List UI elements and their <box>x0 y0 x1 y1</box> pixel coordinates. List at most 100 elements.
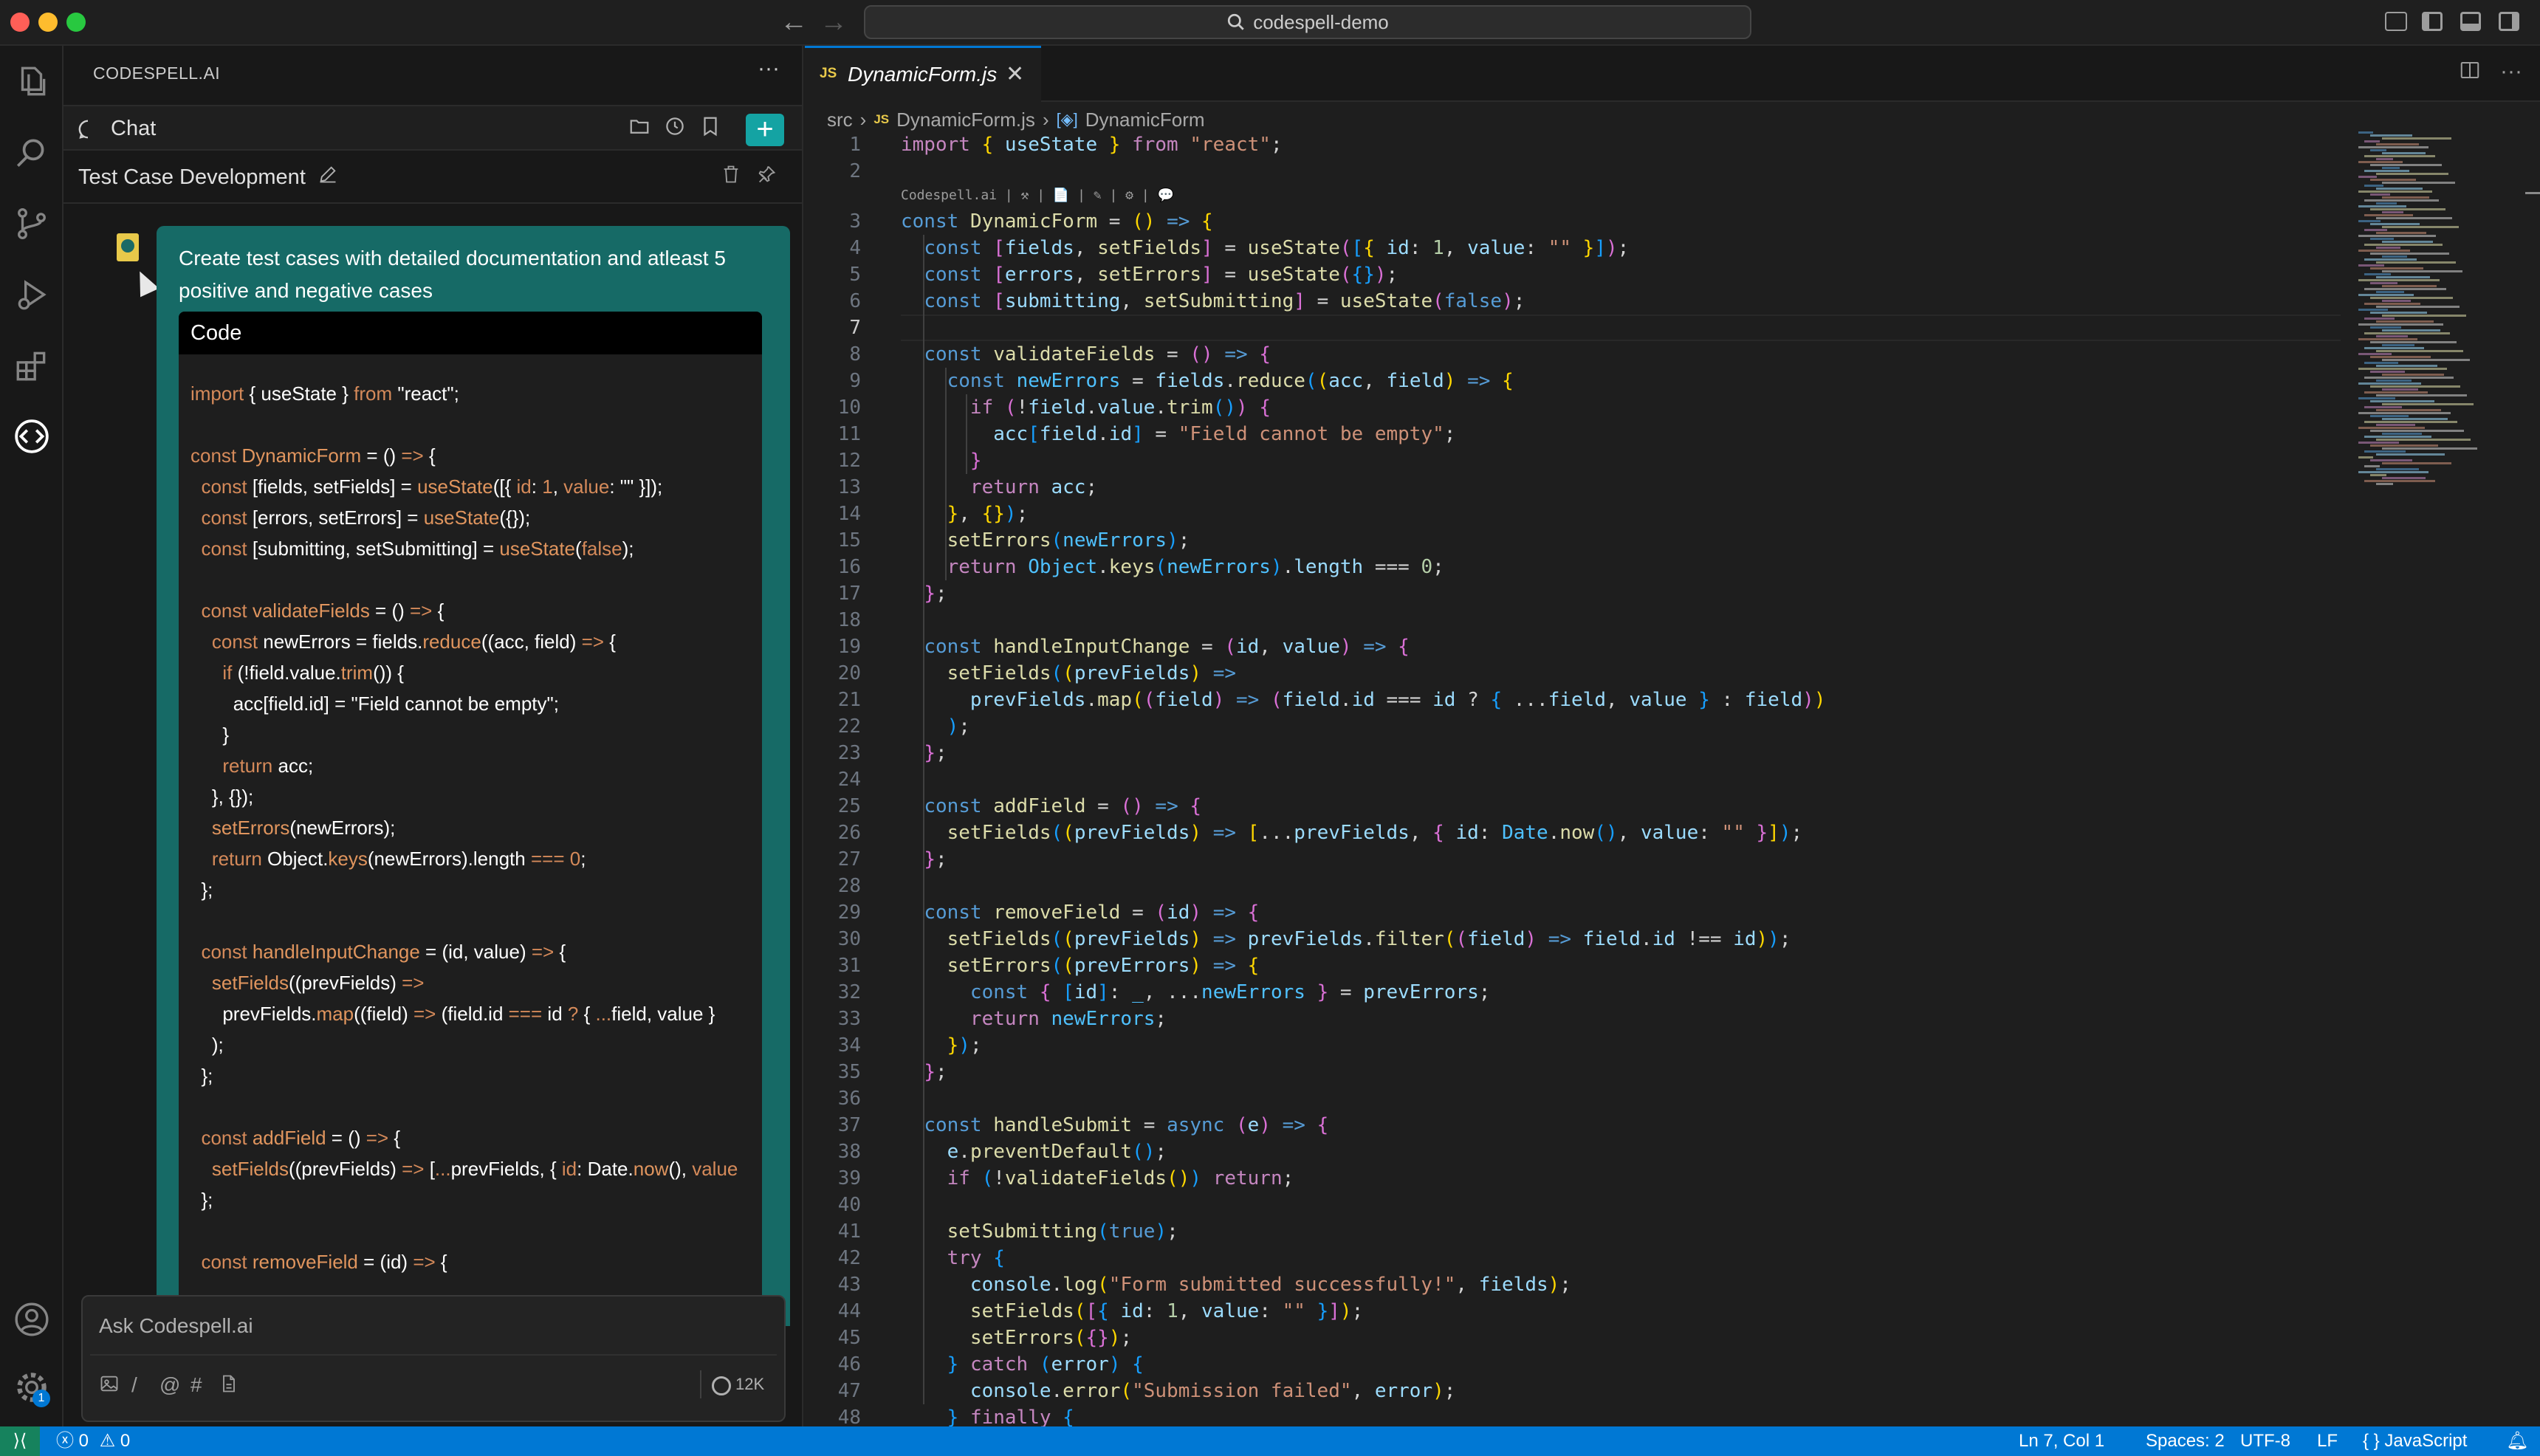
search-icon[interactable] <box>13 134 50 171</box>
close-window-button[interactable] <box>10 13 30 32</box>
code-line[interactable]: 45 setErrors({}); <box>805 1325 2341 1351</box>
code-line[interactable]: 34 }); <box>805 1032 2341 1059</box>
minimize-window-button[interactable] <box>38 13 58 32</box>
code-line[interactable]: 30 setFields((prevFields) => prevFields.… <box>805 926 2341 952</box>
chat-tab-label[interactable]: Chat <box>111 117 156 141</box>
code-line[interactable]: 5 const [errors, setErrors] = useState({… <box>805 261 2341 288</box>
ask-input[interactable] <box>99 1310 763 1342</box>
notifications-bell-icon[interactable]: 🔔︎ <box>2506 1426 2528 1456</box>
remote-icon[interactable]: ⟩⟨ <box>0 1426 40 1456</box>
indentation-status[interactable]: Spaces: 2 <box>2146 1426 2225 1456</box>
code-line[interactable]: 13 return acc; <box>805 474 2341 501</box>
minimap[interactable] <box>2351 131 2499 501</box>
edit-title-icon[interactable] <box>318 164 338 190</box>
code-line[interactable]: 20 setFields((prevFields) => <box>805 660 2341 687</box>
code-line[interactable]: 17 }; <box>805 580 2341 607</box>
cursor-position[interactable]: Ln 7, Col 1 <box>2019 1426 2104 1456</box>
toggle-primary-sidebar-icon[interactable] <box>2422 12 2443 31</box>
code-line[interactable]: 33 return newErrors; <box>805 1006 2341 1032</box>
code-line[interactable]: 41 setSubmitting(true); <box>805 1218 2341 1245</box>
slash-command-icon[interactable]: / <box>131 1373 137 1397</box>
code-line[interactable]: 14 }, {}); <box>805 501 2341 527</box>
extensions-icon[interactable] <box>13 347 50 384</box>
problems-status[interactable]: ⓧ 0 ⚠ 0 <box>56 1426 130 1456</box>
maximize-window-button[interactable] <box>66 13 86 32</box>
new-chat-button[interactable]: + <box>746 114 784 146</box>
codespell-code-lens[interactable]: Codespell.ai | ⚒ | 📄 | ✎ | ⚙ | 💬 <box>901 188 1174 203</box>
manage-gear-icon[interactable]: 1 <box>13 1369 50 1407</box>
code-line[interactable]: 37 const handleSubmit = async (e) => { <box>805 1112 2341 1139</box>
code-line[interactable]: 38 e.preventDefault(); <box>805 1139 2341 1165</box>
code-line[interactable]: 15 setErrors(newErrors); <box>805 527 2341 554</box>
code-line[interactable]: 36 <box>805 1085 2341 1112</box>
breadcrumb-file[interactable]: DynamicForm.js <box>896 105 1035 134</box>
forward-arrow-icon[interactable]: → <box>820 7 848 37</box>
encoding-status[interactable]: UTF-8 <box>2240 1426 2290 1456</box>
code-line[interactable]: 16 return Object.keys(newErrors).length … <box>805 554 2341 580</box>
code-line[interactable]: 2 <box>805 158 2341 185</box>
code-line[interactable]: 6 const [submitting, setSubmitting] = us… <box>805 288 2341 315</box>
run-debug-icon[interactable] <box>13 276 50 313</box>
toggle-secondary-sidebar-icon[interactable] <box>2499 12 2519 31</box>
code-line[interactable]: 11 acc[field.id] = "Field cannot be empt… <box>805 421 2341 447</box>
code-line[interactable]: 32 const { [id]: _, ...newErrors } = pre… <box>805 979 2341 1006</box>
code-line[interactable]: 1 import { useState } from "react"; <box>805 131 2341 158</box>
code-line[interactable]: 29 const removeField = (id) => { <box>805 899 2341 926</box>
breadcrumb-folder[interactable]: src <box>827 105 853 134</box>
code-line[interactable]: 42 try { <box>805 1245 2341 1271</box>
folder-icon[interactable] <box>626 115 653 142</box>
source-control-icon[interactable] <box>13 205 50 242</box>
hash-icon[interactable]: # <box>190 1373 202 1397</box>
code-line[interactable]: 47 console.error("Submission failed", er… <box>805 1378 2341 1404</box>
close-tab-icon[interactable]: ✕ <box>1006 61 1024 87</box>
customize-layout-icon[interactable] <box>2385 12 2407 31</box>
code-line[interactable]: 44 setFields([{ id: 1, value: "" }]); <box>805 1298 2341 1325</box>
split-editor-icon[interactable] <box>2459 59 2481 87</box>
history-icon[interactable] <box>662 115 688 142</box>
code-line[interactable]: 4 const [fields, setFields] = useState([… <box>805 235 2341 261</box>
language-mode[interactable]: { } JavaScript <box>2363 1426 2467 1456</box>
more-actions-icon[interactable]: ··· <box>758 56 780 81</box>
code-line[interactable]: 12 } <box>805 447 2341 474</box>
code-line[interactable]: 18 <box>805 607 2341 633</box>
code-line[interactable]: 19 const handleInputChange = (id, value)… <box>805 633 2341 660</box>
attach-image-icon[interactable] <box>99 1373 120 1399</box>
code-line[interactable]: 31 setErrors((prevErrors) => { <box>805 952 2341 979</box>
account-icon[interactable] <box>13 1301 50 1338</box>
code-line[interactable]: 9 const newErrors = fields.reduce((acc, … <box>805 368 2341 394</box>
code-line[interactable]: 25 const addField = () => { <box>805 793 2341 820</box>
line-code: setFields((prevFields) => prevFields.fil… <box>947 928 1791 950</box>
attach-file-icon[interactable] <box>219 1373 239 1399</box>
code-line[interactable]: 24 <box>805 766 2341 793</box>
code-line[interactable]: 23 }; <box>805 740 2341 766</box>
explorer-icon[interactable] <box>13 63 50 100</box>
code-line[interactable]: 43 console.log("Form submitted successfu… <box>805 1271 2341 1298</box>
code-line[interactable]: 7 <box>805 315 2341 341</box>
command-center-search[interactable]: codespell-demo <box>864 5 1751 39</box>
code-editor[interactable]: 1 import { useState } from "react"; 2 Codes… <box>805 131 2341 1429</box>
more-actions-icon[interactable]: ··· <box>2500 59 2522 84</box>
toggle-panel-icon[interactable] <box>2460 12 2481 31</box>
code-line[interactable]: 3 const DynamicForm = () => { <box>805 208 2341 235</box>
code-line[interactable]: 8 const validateFields = () => { <box>805 341 2341 368</box>
pin-conversation-icon[interactable] <box>756 164 777 190</box>
mention-icon[interactable]: @ <box>159 1373 180 1397</box>
code-line[interactable]: 26 setFields((prevFields) => [...prevFie… <box>805 820 2341 846</box>
code-line[interactable]: 28 <box>805 873 2341 899</box>
minimap-line <box>2358 323 2443 326</box>
editor-tab-dynamicform[interactable]: JS DynamicForm.js ✕ <box>805 46 1041 102</box>
code-line[interactable]: 40 <box>805 1192 2341 1218</box>
code-line[interactable]: 10 if (!field.value.trim()) { <box>805 394 2341 421</box>
bookmark-icon[interactable] <box>697 115 724 142</box>
code-line[interactable]: 46 } catch (error) { <box>805 1351 2341 1378</box>
code-line[interactable]: 27 }; <box>805 846 2341 873</box>
codespell-icon[interactable] <box>13 418 50 455</box>
code-line[interactable]: 35 }; <box>805 1059 2341 1085</box>
eol-status[interactable]: LF <box>2317 1426 2338 1456</box>
code-line[interactable]: 21 prevFields.map((field) => (field.id =… <box>805 687 2341 713</box>
back-arrow-icon[interactable]: ← <box>780 7 808 37</box>
delete-conversation-icon[interactable] <box>721 164 741 190</box>
breadcrumb-symbol[interactable]: DynamicForm <box>1085 105 1205 134</box>
code-line[interactable]: 39 if (!validateFields()) return; <box>805 1165 2341 1192</box>
code-line[interactable]: 22 ); <box>805 713 2341 740</box>
